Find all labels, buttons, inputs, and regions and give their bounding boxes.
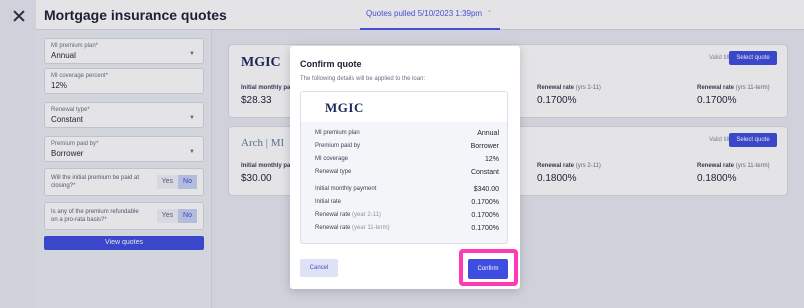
detail-label: MI coverage <box>315 156 349 162</box>
detail-value: 0.1700% <box>471 225 499 232</box>
detail-value: $340.00 <box>473 186 499 193</box>
detail-value: Constant <box>470 169 499 176</box>
detail-label: Renewal rate (year 2-11) <box>315 212 381 218</box>
detail-label: Renewal type <box>315 169 352 175</box>
confirm-button[interactable]: Confirm <box>468 259 508 279</box>
detail-label: Initial rate <box>315 199 342 205</box>
quote-details-list: MI premium plan Annual Premium paid by B… <box>301 122 507 243</box>
detail-value: 0.1700% <box>471 212 499 219</box>
detail-row-coverage: MI coverage 12% <box>315 156 499 167</box>
detail-row-renewal-type: Renewal type Constant <box>315 169 499 180</box>
detail-row-renewal-rate-2-11: Renewal rate (year 2-11) 0.1700% <box>315 212 499 223</box>
detail-value: 12% <box>484 156 499 163</box>
detail-label: MI premium plan <box>315 130 360 136</box>
cancel-button[interactable]: Cancel <box>300 259 338 277</box>
quote-details-box: MGIC MI premium plan Annual Premium paid… <box>300 91 508 244</box>
detail-label: Premium paid by <box>315 143 361 149</box>
detail-value: Borrower <box>470 143 499 150</box>
detail-value: 0.1700% <box>471 199 499 206</box>
dialog-title: Confirm quote <box>300 59 362 69</box>
detail-value: Annual <box>477 130 499 137</box>
detail-row-initial-payment: Initial monthly payment $340.00 <box>315 186 499 197</box>
detail-label: Initial monthly payment <box>315 186 377 192</box>
detail-row-paid-by: Premium paid by Borrower <box>315 143 499 154</box>
detail-row-initial-rate: Initial rate 0.1700% <box>315 199 499 210</box>
dialog-subtitle: The following details will be applied to… <box>300 76 426 82</box>
detail-label: Renewal rate (year 11-term) <box>315 225 390 231</box>
mgic-logo: MGIC <box>325 100 364 115</box>
mgic-logo-header: MGIC <box>301 92 507 122</box>
detail-row-renewal-rate-11-term: Renewal rate (year 11-term) 0.1700% <box>315 225 499 236</box>
detail-row-premium-plan: MI premium plan Annual <box>315 130 499 141</box>
